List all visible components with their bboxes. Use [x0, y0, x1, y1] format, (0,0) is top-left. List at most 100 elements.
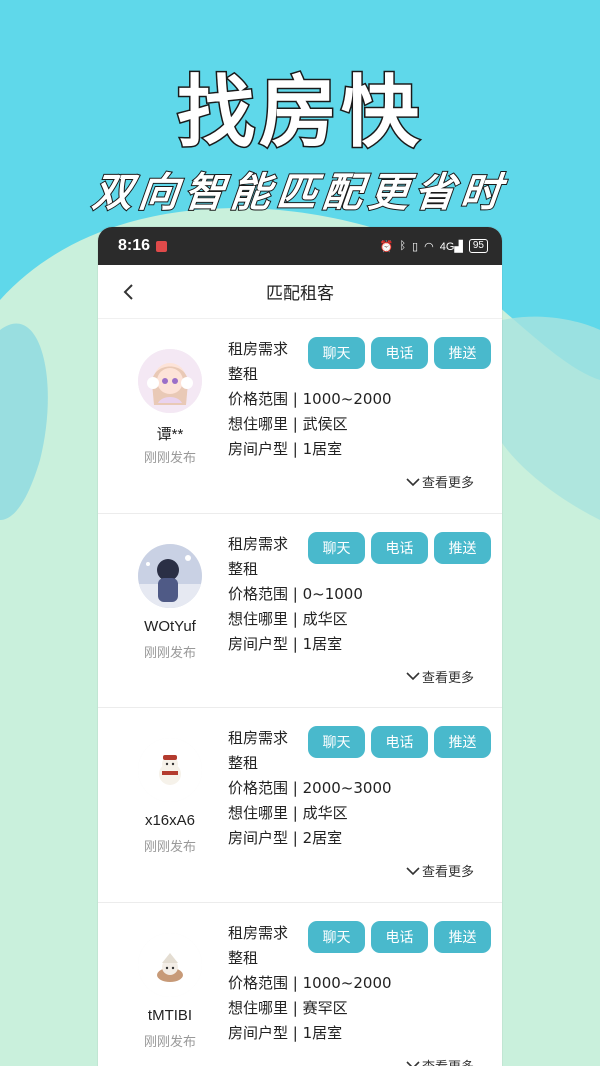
cute-creature-avatar[interactable] [138, 932, 202, 997]
price-value: 0~1000 [302, 584, 363, 603]
promo-title: 找房快 [175, 67, 423, 160]
phone-button[interactable]: 电话 [371, 531, 428, 564]
tenant-name: 谭** [156, 426, 184, 443]
battery-level: 95 [472, 240, 484, 251]
status-bar: 8:16 ⏰ ᛒ ▯ ◠ 4G▟ 95 [98, 227, 502, 265]
view-more-button[interactable]: 查看更多 [406, 1056, 474, 1066]
network-label: 4G [439, 240, 455, 253]
preferred-area: 想住哪里 | 成华区 [228, 804, 348, 822]
price-value: 1000~2000 [302, 390, 392, 408]
push-button[interactable]: 推送 [434, 531, 491, 564]
action-buttons: 聊天 电话 推送 [308, 337, 491, 369]
price-value: 2000~3000 [302, 779, 392, 797]
tenant-name: WOtYuf [144, 617, 196, 635]
preferred-area: 想住哪里 | 武侯区 [228, 415, 348, 433]
4g-signal-icon: 4G▟ [439, 240, 463, 253]
tenant-card[interactable]: tMTIBI 刚刚发布 租房需求 整租 价格范围 | 1000~2000 想住哪… [98, 903, 502, 1066]
view-more-button[interactable]: 查看更多 [406, 861, 474, 880]
push-button[interactable]: 推送 [434, 920, 491, 953]
post-time: 刚刚发布 [143, 840, 196, 855]
status-icons: ⏰ ᛒ ▯ ◠ 4G▟ 95 [380, 239, 488, 253]
price-range: 价格范围 | 0~1000 [228, 584, 363, 603]
price-label: 价格范围 [228, 779, 289, 797]
price-range: 价格范围 | 2000~3000 [228, 779, 392, 797]
tenant-card[interactable]: 谭** 刚刚发布 租房需求 整租 价格范围 | 1000~2000 想住哪里 |… [98, 319, 502, 514]
chat-button[interactable]: 聊天 [308, 531, 365, 564]
view-more-button[interactable]: 查看更多 [406, 667, 474, 686]
vibrate-icon: ▯ [412, 240, 419, 253]
area-label: 想住哪里 [228, 804, 289, 822]
nav-bar: 匹配租客 [98, 265, 502, 319]
chevron-down-icon [406, 866, 420, 875]
bluetooth-icon: ᛒ [399, 240, 407, 252]
price-label: 价格范围 [228, 584, 289, 603]
price-range: 价格范围 | 1000~2000 [228, 973, 392, 992]
tenant-list: 谭** 刚刚发布 租房需求 整租 价格范围 | 1000~2000 想住哪里 |… [98, 319, 502, 1066]
post-time: 刚刚发布 [143, 645, 196, 661]
view-more-label: 查看更多 [421, 476, 474, 491]
tenant-card[interactable]: WOtYuf 刚刚发布 租房需求 整租 价格范围 | 0~1000 想住哪里 |… [98, 514, 502, 708]
room-value: 1居室 [302, 440, 343, 458]
room-type: 房间户型 | 1居室 [228, 440, 343, 458]
tenant-name: tMTIBI [147, 1006, 193, 1024]
room-value: 1居室 [302, 634, 343, 653]
chevron-down-icon [406, 477, 420, 486]
preferred-area: 想住哪里 | 成华区 [228, 609, 348, 628]
chat-button[interactable]: 聊天 [308, 337, 365, 369]
room-value: 1居室 [302, 1023, 343, 1042]
phone-screen: 8:16 ⏰ ᛒ ▯ ◠ 4G▟ 95 匹配租客 谭** 刚刚发布 租房需求 整… [98, 227, 502, 1066]
back-button[interactable] [116, 279, 142, 305]
room-label: 房间户型 [228, 440, 289, 458]
chevron-down-icon [406, 672, 420, 681]
promo-subtitle: 双向智能匹配更省时 [89, 168, 510, 217]
room-type: 房间户型 | 1居室 [228, 1023, 343, 1042]
anime-girl-avatar[interactable] [138, 349, 202, 413]
page-title: 匹配租客 [266, 284, 334, 304]
view-more-button[interactable]: 查看更多 [406, 472, 474, 491]
area-value: 成华区 [302, 804, 348, 822]
chat-button[interactable]: 聊天 [308, 726, 365, 758]
price-label: 价格范围 [228, 390, 289, 408]
room-label: 房间户型 [228, 634, 289, 653]
room-value: 2居室 [302, 829, 343, 847]
post-time: 刚刚发布 [143, 1034, 196, 1050]
room-type: 房间户型 | 2居室 [228, 829, 343, 847]
action-buttons: 聊天 电话 推送 [308, 531, 491, 564]
price-range: 价格范围 | 1000~2000 [228, 390, 392, 408]
alarm-icon: ⏰ [379, 240, 394, 253]
wifi-icon: ◠ [424, 240, 434, 253]
tenant-card[interactable]: x16xA6 刚刚发布 租房需求 整租 价格范围 | 2000~3000 想住哪… [98, 708, 502, 903]
app-notification-icon [156, 240, 168, 252]
chevron-down-icon [406, 1061, 420, 1066]
anime-boy-avatar[interactable] [138, 543, 202, 608]
chat-button[interactable]: 聊天 [308, 920, 365, 953]
post-time: 刚刚发布 [143, 451, 196, 466]
room-type: 房间户型 | 1居室 [228, 634, 343, 653]
push-button[interactable]: 推送 [434, 726, 491, 758]
polar-bear-avatar[interactable] [138, 738, 202, 802]
area-label: 想住哪里 [228, 415, 289, 433]
area-label: 想住哪里 [228, 609, 289, 628]
status-time: 8:16 [118, 237, 151, 254]
tenant-name: x16xA6 [144, 812, 196, 829]
area-value: 成华区 [302, 609, 348, 628]
area-label: 想住哪里 [228, 998, 289, 1017]
price-label: 价格范围 [228, 973, 289, 992]
area-value: 赛罕区 [302, 998, 348, 1017]
push-button[interactable]: 推送 [434, 337, 491, 369]
preferred-area: 想住哪里 | 赛罕区 [228, 998, 348, 1017]
phone-button[interactable]: 电话 [371, 920, 428, 953]
action-buttons: 聊天 电话 推送 [308, 920, 491, 953]
phone-button[interactable]: 电话 [371, 726, 428, 758]
battery-icon: 95 [468, 239, 488, 253]
chevron-left-icon [123, 284, 133, 300]
view-more-label: 查看更多 [421, 865, 474, 880]
price-value: 1000~2000 [302, 973, 392, 992]
phone-button[interactable]: 电话 [371, 337, 428, 369]
area-value: 武侯区 [302, 415, 348, 433]
room-label: 房间户型 [228, 1023, 289, 1042]
view-more-label: 查看更多 [422, 1056, 474, 1066]
action-buttons: 聊天 电话 推送 [308, 726, 491, 758]
view-more-label: 查看更多 [421, 670, 474, 686]
room-label: 房间户型 [228, 829, 289, 847]
